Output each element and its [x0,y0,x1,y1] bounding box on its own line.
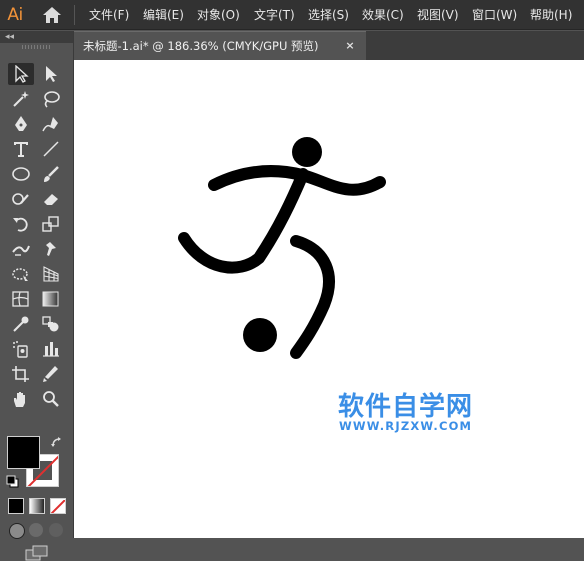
document-tab-strip: 未标题-1.ai* @ 186.36% (CMYK/GPU 预览) × [74,31,584,60]
blend-tool[interactable] [38,313,64,335]
tools-panel: ◂◂ [0,31,74,561]
soccer-player-artwork[interactable] [74,60,584,538]
app-logo: Ai [7,5,23,25]
eyedropper-tool[interactable] [8,313,34,335]
slice-icon [43,366,58,382]
pen-icon [15,116,27,131]
column-graph-icon [43,342,59,357]
close-icon[interactable]: × [342,32,358,60]
zoom-icon [43,391,59,407]
blend-icon [42,316,59,332]
menu-effect[interactable]: 效果(C) [362,0,404,30]
eraser-tool[interactable] [38,188,64,210]
perspective-grid-icon [43,266,59,282]
document-tab[interactable]: 未标题-1.ai* @ 186.36% (CMYK/GPU 预览) × [74,31,366,60]
symbol-sprayer-tool[interactable] [8,338,34,360]
none-mode-button[interactable] [50,498,66,514]
watermark-url: WWW.RJZXW.COM [339,419,473,433]
rotate-tool[interactable] [8,213,34,235]
menu-view[interactable]: 视图(V) [417,0,459,30]
gradient-mode-button[interactable] [29,498,45,514]
direct-selection-tool[interactable] [38,63,64,85]
mesh-icon [12,291,29,307]
menu-file[interactable]: 文件(F) [89,0,129,30]
puppet-warp-tool[interactable] [38,238,64,260]
selection-tool[interactable] [8,63,34,85]
selection-icon [15,65,29,83]
menu-bar: Ai 文件(F) 编辑(E) 对象(O) 文字(T) 选择(S) 效果(C) 视… [0,0,584,30]
document-tab-title: 未标题-1.ai* @ 186.36% (CMYK/GPU 预览) [83,39,319,53]
soccer-ball [243,318,277,352]
swap-colors-icon[interactable] [50,436,64,450]
tools-panel-header: ◂◂ [0,31,73,43]
collapse-icon[interactable]: ◂◂ [5,31,14,43]
free-transform-icon [12,268,28,281]
direct-selection-icon [46,66,57,82]
screen-mode-icon[interactable] [25,545,49,561]
puppet-warp-icon [46,242,56,256]
fill-color-swatch[interactable] [7,436,40,469]
width-icon [12,245,30,256]
panel-grip[interactable] [22,45,52,49]
artboard-canvas[interactable]: 软件自学网 WWW.RJZXW.COM [74,60,584,538]
artboard-tool[interactable] [8,363,34,385]
perspective-grid-tool[interactable] [38,263,64,285]
scale-icon [42,216,59,232]
artboard-icon [12,366,29,382]
type-tool[interactable] [8,138,34,160]
rotate-icon [13,217,28,232]
lasso-tool[interactable] [38,88,64,110]
gradient-tool[interactable] [38,288,64,310]
paintbrush-icon [44,166,59,182]
curvature-icon [42,117,58,132]
type-icon [14,142,28,157]
width-tool[interactable] [8,238,34,260]
default-colors-icon[interactable] [6,475,20,489]
pen-tool[interactable] [8,113,34,135]
paintbrush-tool[interactable] [38,163,64,185]
shaper-tool[interactable] [8,188,34,210]
menu-window[interactable]: 窗口(W) [472,0,517,30]
menu-select[interactable]: 选择(S) [308,0,349,30]
menu-help[interactable]: 帮助(H) [530,0,572,30]
figure-torso [178,168,309,274]
none-icon [51,499,65,513]
line-segment-tool[interactable] [38,138,64,160]
home-icon[interactable] [42,6,62,24]
lasso-icon [44,91,60,108]
ellipse-icon [12,167,30,181]
draw-behind-icon[interactable] [29,523,43,537]
magic-wand-icon [13,91,29,107]
column-graph-tool[interactable] [38,338,64,360]
mesh-tool[interactable] [8,288,34,310]
hand-tool[interactable] [8,388,34,410]
menu-type[interactable]: 文字(T) [254,0,295,30]
symbol-sprayer-icon [13,341,28,358]
figure-head [292,137,322,167]
draw-inside-icon[interactable] [49,523,63,537]
magic-wand-tool[interactable] [8,88,34,110]
eyedropper-icon [13,316,29,332]
draw-normal-icon[interactable] [9,523,25,539]
hand-icon [14,392,25,407]
line-segment-icon [43,141,59,157]
scale-tool[interactable] [38,213,64,235]
color-mode-button[interactable] [8,498,24,514]
ellipse-tool[interactable] [8,163,34,185]
free-transform-tool[interactable] [8,263,34,285]
gradient-icon [42,291,59,307]
figure-kicking-leg [290,235,335,359]
slice-tool[interactable] [38,363,64,385]
menu-edit[interactable]: 编辑(E) [143,0,184,30]
curvature-tool[interactable] [38,113,64,135]
menu-separator [74,5,75,25]
watermark-title: 软件自学网 [338,392,474,422]
eraser-icon [44,194,58,205]
zoom-tool[interactable] [38,388,64,410]
shaper-icon [12,193,29,205]
menu-object[interactable]: 对象(O) [197,0,240,30]
